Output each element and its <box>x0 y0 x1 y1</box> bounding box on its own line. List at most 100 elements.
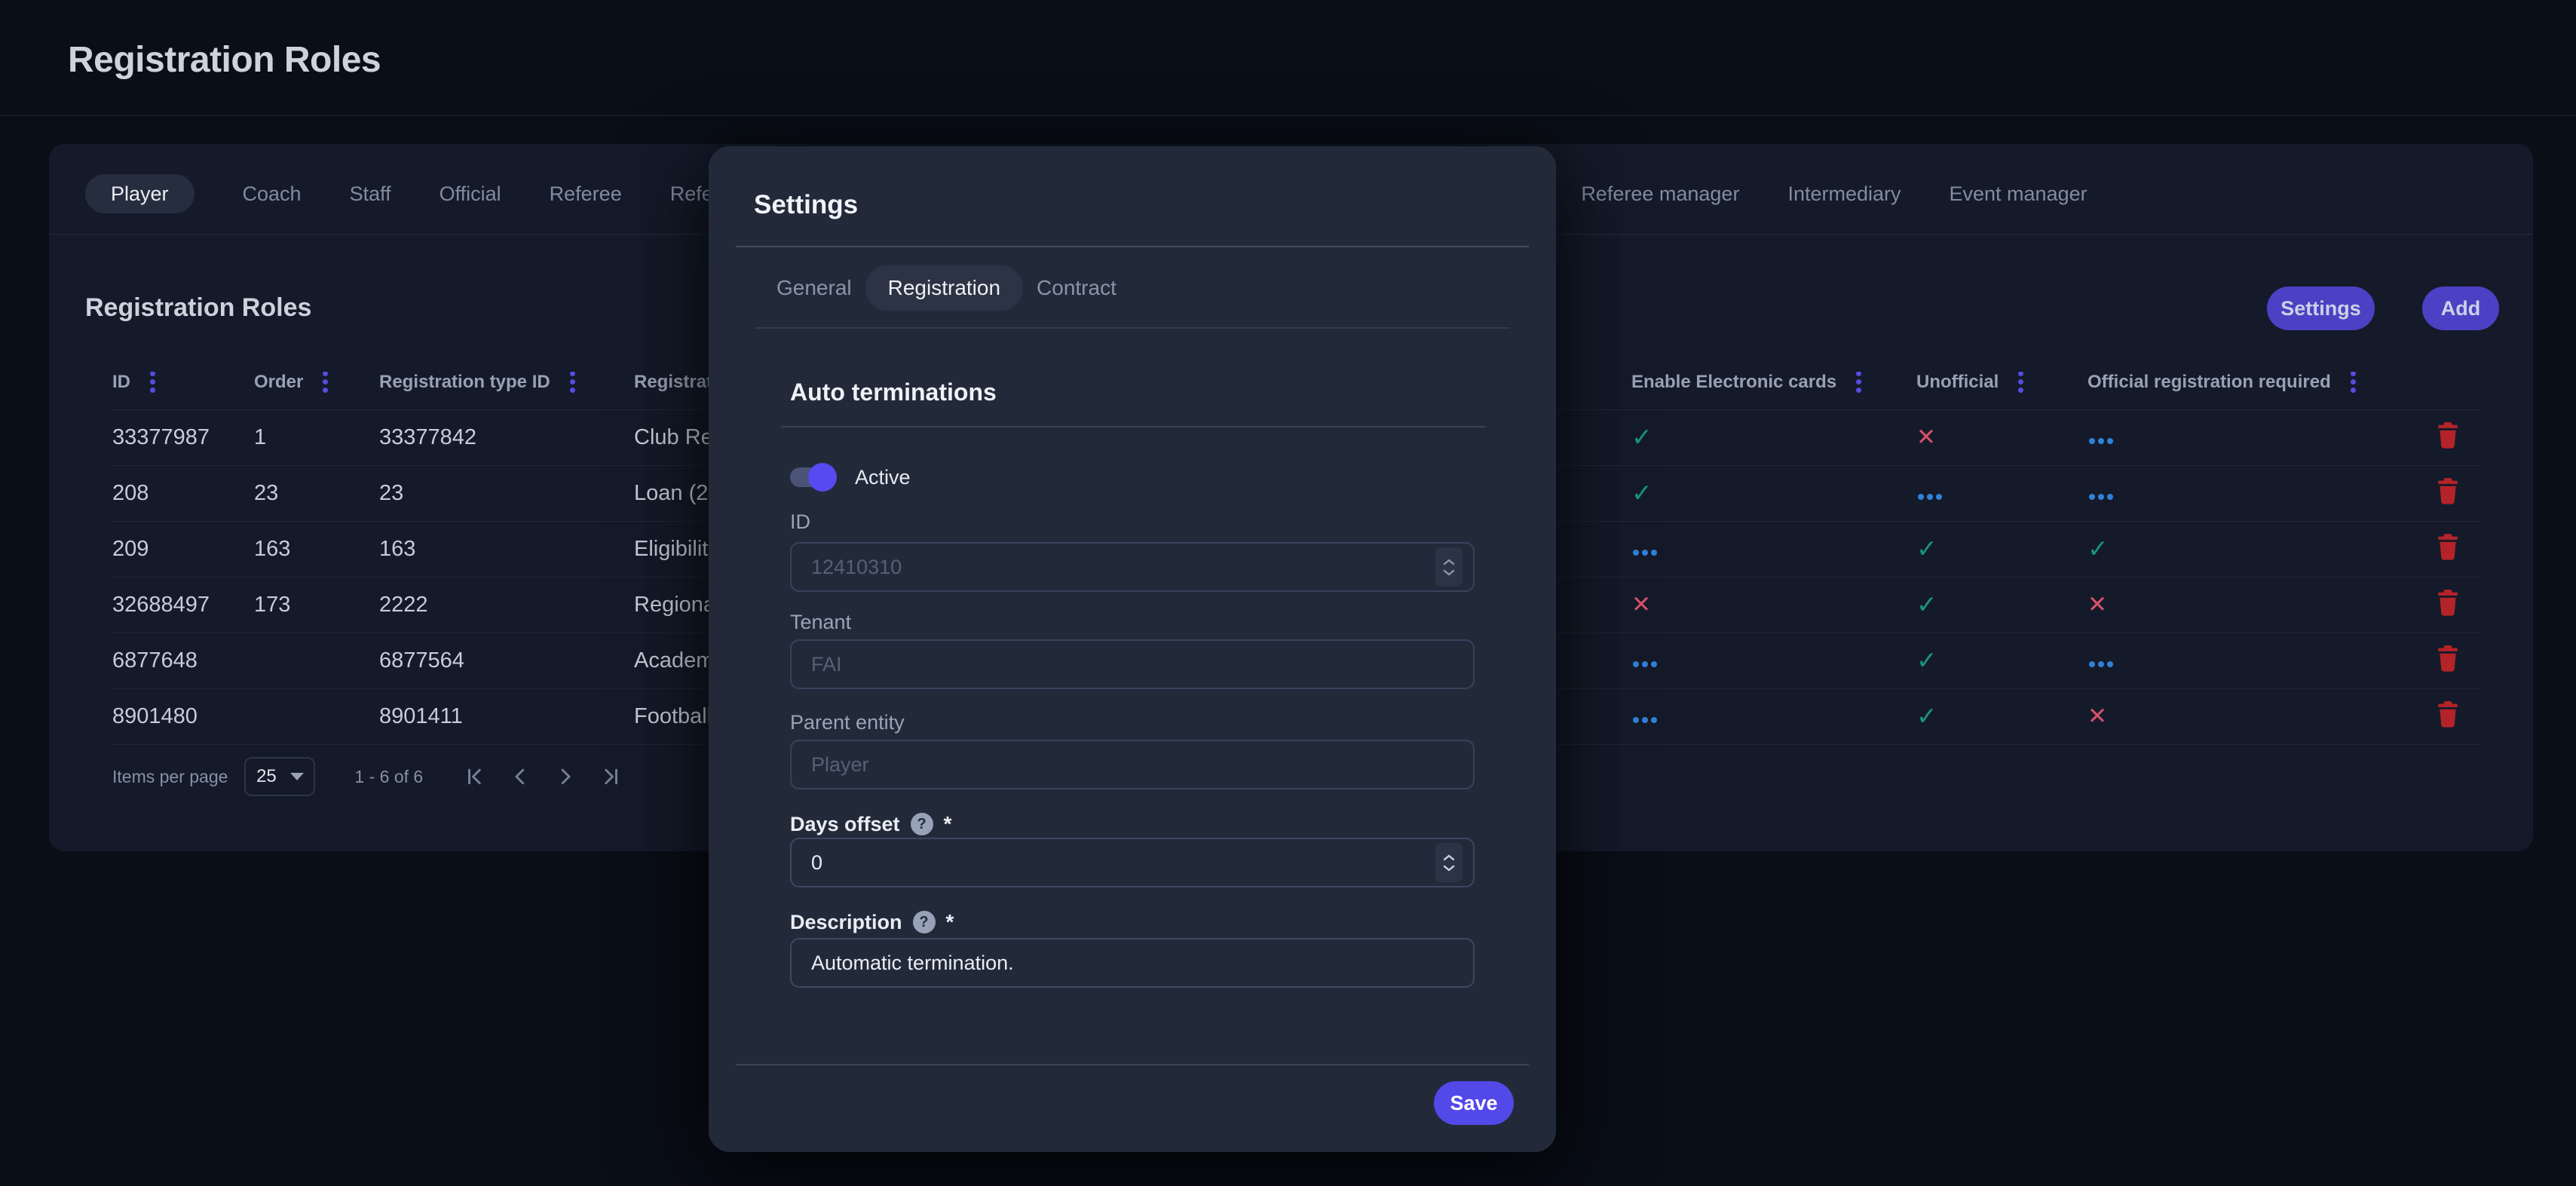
number-stepper-icon[interactable] <box>1435 843 1463 882</box>
help-icon[interactable]: ? <box>911 813 933 835</box>
description-field[interactable] <box>790 938 1475 988</box>
delete-icon[interactable] <box>2435 532 2461 561</box>
description-field-label: Description ? * <box>790 909 954 935</box>
page-range-label: 1 - 6 of 6 <box>354 767 423 787</box>
id-field[interactable] <box>790 542 1475 592</box>
days-offset-field-wrap <box>790 838 1475 887</box>
delete-icon[interactable] <box>2435 421 2461 449</box>
divider <box>781 426 1485 428</box>
tab-referee[interactable]: Referee <box>550 182 622 206</box>
add-button[interactable]: Add <box>2422 287 2499 330</box>
tab-referee-manager[interactable]: Referee manager <box>1581 182 1739 206</box>
app-header: Registration Roles <box>0 0 2576 116</box>
settings-button[interactable]: Settings <box>2267 287 2375 330</box>
help-icon[interactable]: ? <box>913 911 936 933</box>
settings-modal: Settings General Registration Contract A… <box>709 146 1556 1152</box>
column-menu-icon[interactable] <box>150 379 155 385</box>
column-menu-icon[interactable] <box>1856 379 1861 385</box>
parent-entity-field-wrap <box>790 740 1475 789</box>
tab-event-manager[interactable]: Event manager <box>1950 182 2087 206</box>
modal-tab-contract[interactable]: Contract <box>1037 265 1116 311</box>
first-page-icon[interactable] <box>464 765 486 788</box>
description-field-wrap <box>790 938 1475 988</box>
id-field-label: ID <box>790 509 810 535</box>
divider <box>736 1064 1529 1065</box>
cell-id: 209 <box>112 537 254 562</box>
status-icon: ✓ <box>2087 536 2109 561</box>
active-toggle-label: Active <box>855 466 911 489</box>
active-toggle-row: Active <box>790 461 911 493</box>
cell-id: 208 <box>112 481 254 506</box>
column-menu-icon[interactable] <box>2351 379 2356 385</box>
modal-tab-general[interactable]: General <box>776 265 852 311</box>
tenant-field[interactable] <box>790 639 1475 689</box>
toggle-thumb <box>808 463 837 492</box>
save-button[interactable]: Save <box>1434 1081 1514 1125</box>
auto-terminations-heading: Auto terminations <box>790 378 997 406</box>
divider <box>755 327 1510 329</box>
status-icon: ✓ <box>1916 648 1937 673</box>
delete-icon[interactable] <box>2435 477 2461 505</box>
required-marker: * <box>944 812 952 836</box>
previous-page-icon[interactable] <box>509 765 531 788</box>
required-marker: * <box>946 910 954 934</box>
cell-registration-type-id: 33377842 <box>379 425 634 450</box>
page-size-select[interactable]: 25 <box>244 757 315 796</box>
status-icon: ✕ <box>2087 593 2107 616</box>
number-stepper-icon[interactable] <box>1435 547 1463 587</box>
delete-icon[interactable] <box>2435 700 2461 728</box>
tab-coach[interactable]: Coach <box>243 182 302 206</box>
id-field-wrap <box>790 542 1475 592</box>
section-title: Registration Roles <box>85 293 311 323</box>
active-toggle[interactable] <box>790 467 832 487</box>
delete-icon[interactable] <box>2435 644 2461 673</box>
pager-controls <box>464 765 622 788</box>
status-icon <box>2098 494 2104 500</box>
tab-player[interactable]: Player <box>85 174 195 213</box>
page-title: Registration Roles <box>68 39 381 81</box>
tab-official[interactable]: Official <box>440 182 501 206</box>
column-header-registration-type-id: Registration type ID <box>379 372 634 393</box>
status-icon: ✓ <box>1631 424 1652 449</box>
column-header-id: ID <box>112 372 254 393</box>
cell-id: 8901480 <box>112 704 254 729</box>
modal-tabs: General Registration Contract <box>776 265 1116 311</box>
divider <box>736 246 1529 247</box>
cell-registration-type-id: 2222 <box>379 593 634 618</box>
status-icon: ✓ <box>1916 703 1937 728</box>
cell-order: 1 <box>254 425 379 450</box>
status-icon <box>1642 661 1648 667</box>
tab-intermediary[interactable]: Intermediary <box>1787 182 1901 206</box>
parent-entity-field[interactable] <box>790 740 1475 789</box>
status-icon <box>1927 494 1933 500</box>
tab-staff[interactable]: Staff <box>350 182 391 206</box>
cell-order: 173 <box>254 593 379 618</box>
cell-registration-type-id: 23 <box>379 481 634 506</box>
cell-registration-type-id: 8901411 <box>379 704 634 729</box>
column-header-unofficial: Unofficial <box>1916 372 2087 393</box>
next-page-icon[interactable] <box>554 765 577 788</box>
days-offset-field[interactable] <box>790 838 1475 887</box>
status-icon: ✓ <box>1916 536 1937 561</box>
caret-down-icon <box>290 773 304 780</box>
cell-id: 6877648 <box>112 648 254 673</box>
status-icon <box>1642 717 1648 723</box>
cell-registration-type-id: 6877564 <box>379 648 634 673</box>
delete-icon[interactable] <box>2435 588 2461 617</box>
column-header-official-required: Official registration required <box>2087 372 2435 393</box>
status-icon: ✕ <box>1916 425 1936 449</box>
tenant-field-label: Tenant <box>790 609 851 635</box>
status-icon: ✕ <box>2087 704 2107 728</box>
column-header-electronic-cards: Enable Electronic cards <box>1631 372 1916 393</box>
items-per-page-label: Items per page <box>112 767 228 787</box>
cell-order: 23 <box>254 481 379 506</box>
column-menu-icon[interactable] <box>323 379 328 385</box>
cell-registration-type-id: 163 <box>379 537 634 562</box>
cell-id: 32688497 <box>112 593 254 618</box>
cell-id: 33377987 <box>112 425 254 450</box>
column-menu-icon[interactable] <box>570 379 575 385</box>
column-menu-icon[interactable] <box>2018 379 2023 385</box>
last-page-icon[interactable] <box>599 765 622 788</box>
modal-tab-registration[interactable]: Registration <box>865 265 1023 311</box>
status-icon: ✓ <box>1916 592 1937 617</box>
